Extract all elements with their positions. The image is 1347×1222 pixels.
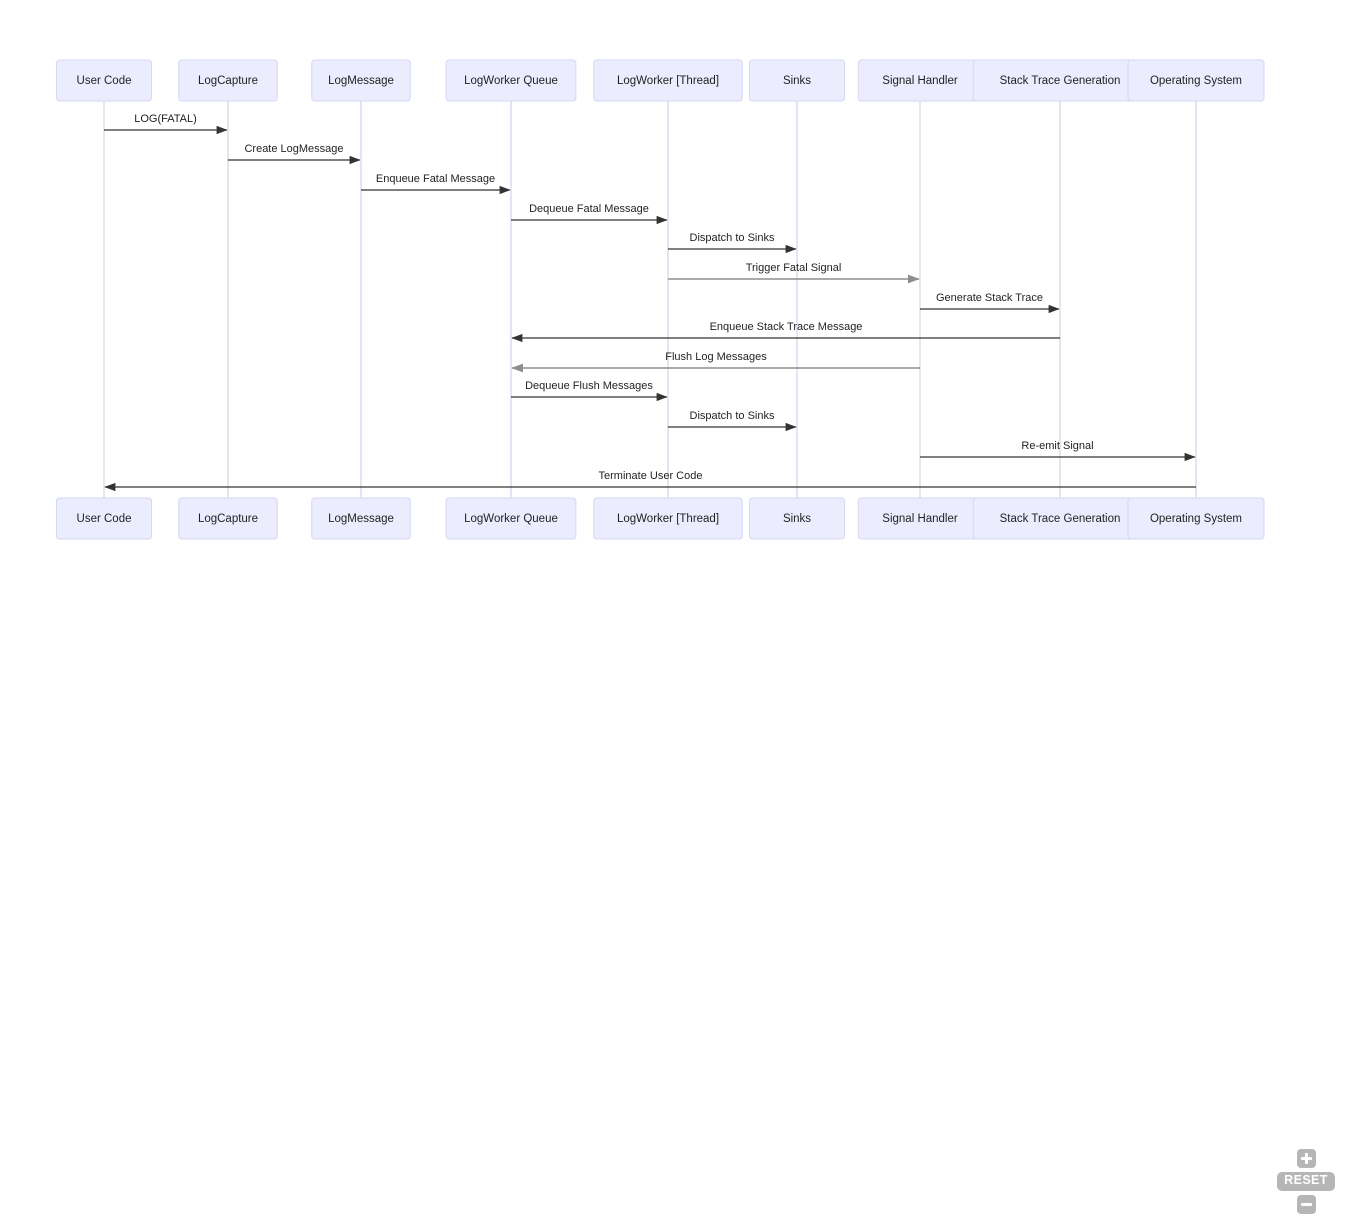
diagram-canvas: LOG(FATAL) Create LogMessage Enqueue Fatal… bbox=[0, 0, 1347, 1222]
message-label-10: Dispatch to Sinks bbox=[690, 410, 775, 422]
zoom-out-button[interactable] bbox=[1296, 1195, 1316, 1214]
actor-label-logmessage-bottom: LogMessage bbox=[328, 513, 394, 525]
actor-label-os-bottom: Operating System bbox=[1150, 513, 1242, 525]
sequence-diagram: LOG(FATAL) Create LogMessage Enqueue Fatal… bbox=[56, 59, 1265, 540]
message-label-8: Flush Log Messages bbox=[665, 351, 767, 363]
actor-label-user-code-bottom: User Code bbox=[77, 513, 132, 525]
message-label-5: Trigger Fatal Signal bbox=[746, 262, 842, 274]
plus-icon bbox=[1300, 1153, 1312, 1165]
zoom-in-button[interactable] bbox=[1296, 1149, 1316, 1169]
message-label-0: LOG(FATAL) bbox=[134, 113, 197, 125]
actor-label-logworker-top: LogWorker [Thread] bbox=[617, 75, 719, 87]
message-label-11: Re-emit Signal bbox=[1021, 440, 1093, 452]
minus-icon bbox=[1300, 1199, 1312, 1210]
actor-label-logworker-bottom: LogWorker [Thread] bbox=[617, 513, 719, 525]
actor-boxes-top: User Code LogCapture LogMessage LogWorker Q… bbox=[56, 59, 1265, 102]
message-label-3: Dequeue Fatal Message bbox=[529, 203, 649, 215]
message-label-4: Dispatch to Sinks bbox=[690, 232, 775, 244]
actor-label-signal-top: Signal Handler bbox=[882, 75, 958, 87]
actor-label-logmessage-top: LogMessage bbox=[328, 75, 394, 87]
actor-label-queue-top: LogWorker Queue bbox=[464, 75, 558, 87]
message-label-7: Enqueue Stack Trace Message bbox=[710, 321, 863, 333]
actor-label-signal-bottom: Signal Handler bbox=[882, 513, 958, 525]
messages-group: LOG(FATAL) Create LogMessage Enqueue Fatal… bbox=[104, 113, 1196, 492]
actor-label-sinks-top: Sinks bbox=[783, 75, 811, 87]
actor-boxes-bottom: User Code LogCapture LogMessage LogWorker Q… bbox=[56, 497, 1265, 540]
message-label-12: Terminate User Code bbox=[599, 470, 703, 482]
actor-label-sinks-bottom: Sinks bbox=[783, 513, 811, 525]
message-label-6: Generate Stack Trace bbox=[936, 292, 1043, 304]
reset-button[interactable]: RESET bbox=[1277, 1172, 1335, 1191]
actor-label-logcapture-top: LogCapture bbox=[198, 75, 258, 87]
actor-label-stacktrace-bottom: Stack Trace Generation bbox=[1000, 513, 1121, 525]
message-label-9: Dequeue Flush Messages bbox=[525, 380, 653, 392]
actor-label-os-top: Operating System bbox=[1150, 75, 1242, 87]
message-label-1: Create LogMessage bbox=[244, 143, 343, 155]
actor-label-stacktrace-top: Stack Trace Generation bbox=[1000, 75, 1121, 87]
actor-label-user-code-top: User Code bbox=[77, 75, 132, 87]
actor-label-queue-bottom: LogWorker Queue bbox=[464, 513, 558, 525]
message-label-2: Enqueue Fatal Message bbox=[376, 173, 495, 185]
actor-label-logcapture-bottom: LogCapture bbox=[198, 513, 258, 525]
zoom-controls[interactable]: RESET bbox=[1275, 1149, 1337, 1214]
